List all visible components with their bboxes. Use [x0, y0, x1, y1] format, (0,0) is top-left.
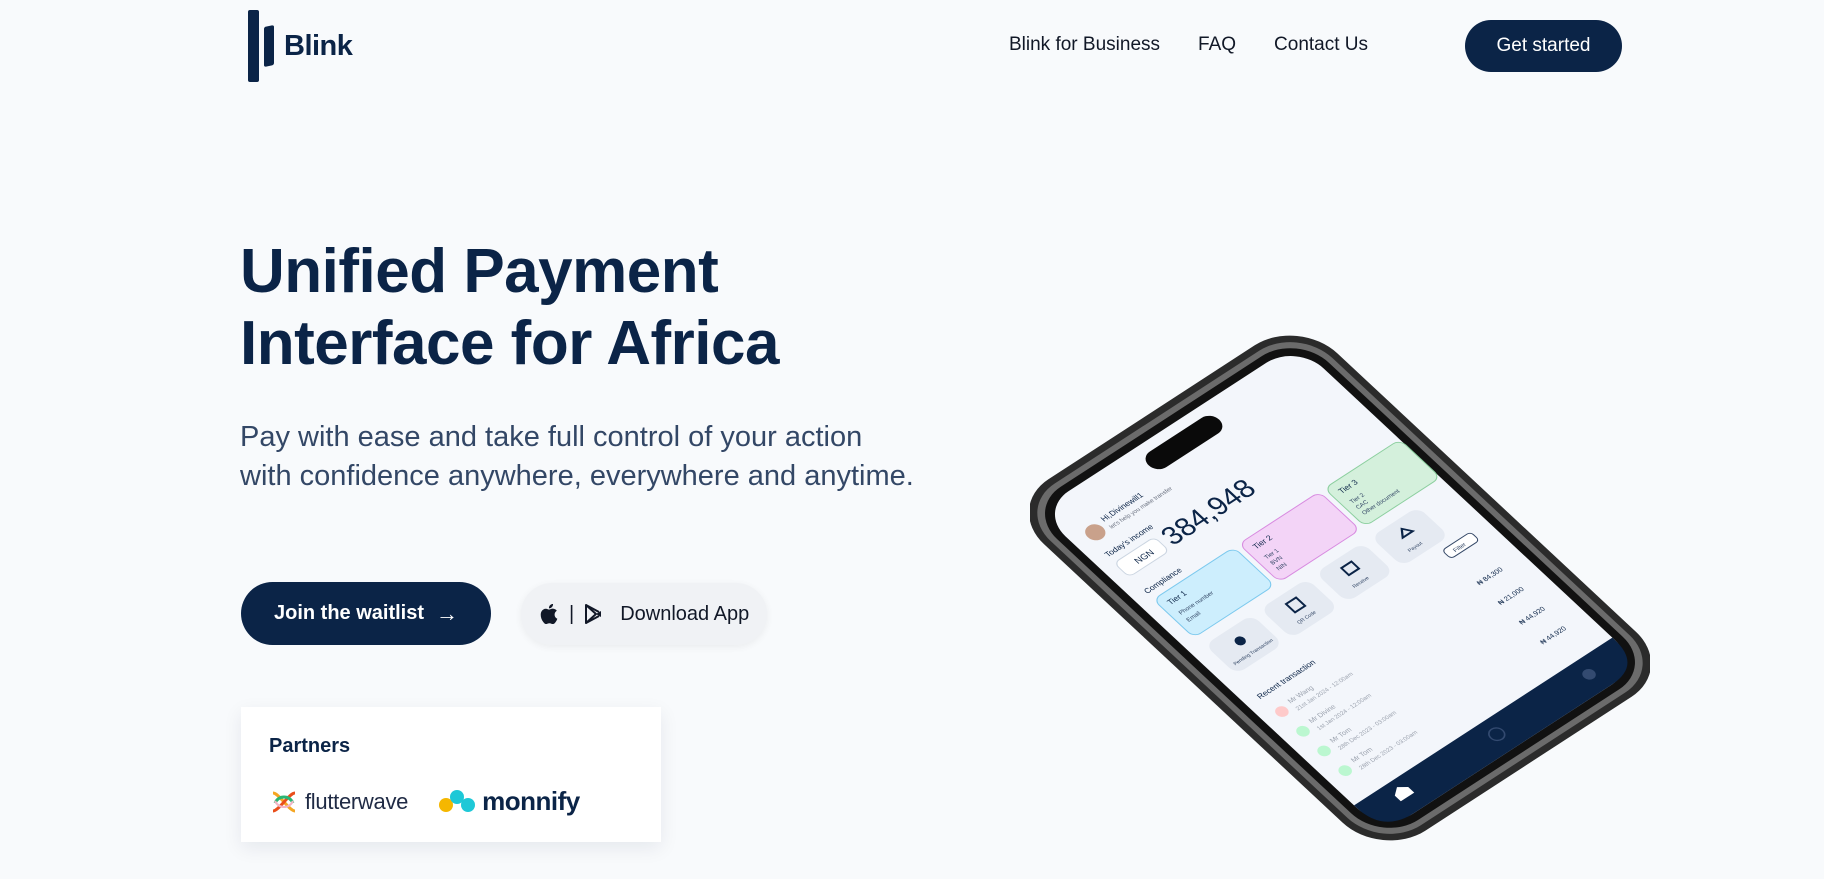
hero-title-line2: Interface for Africa — [240, 309, 779, 378]
flutterwave-mark-icon — [272, 791, 296, 812]
join-waitlist-label: Join the waitlist — [273, 602, 425, 624]
download-app-button[interactable]: | Download App — [521, 583, 767, 645]
nav-link-contact[interactable]: Contact Us — [1274, 34, 1368, 56]
brand-name: Blink — [284, 29, 353, 62]
hero-subtitle: Pay with ease and take full control of y… — [240, 421, 914, 492]
join-waitlist-button[interactable]: Join the waitlist → — [241, 582, 491, 645]
monnify-mark-icon — [439, 789, 476, 812]
arrow-right-icon: → — [436, 600, 459, 626]
partners-card: Partners flutterwave monnify — [241, 707, 661, 842]
top-nav: Blink Blink for Business FAQ Contact Us … — [0, 0, 1824, 92]
hero-title-line1: Unified Payment — [240, 237, 719, 306]
monnify-wordmark: monnify — [482, 786, 580, 816]
partners-title: Partners — [269, 735, 351, 757]
download-separator: | — [569, 602, 575, 625]
partner-logos: flutterwave monnify — [269, 786, 633, 817]
brand-logo[interactable]: Blink — [248, 10, 353, 82]
google-play-icon — [584, 603, 604, 625]
logo-mark-icon — [248, 10, 278, 82]
nav-link-business[interactable]: Blink for Business — [1009, 34, 1160, 56]
download-app-label: Download App — [620, 602, 750, 625]
hero-title: Unified Payment Interface for Africa — [240, 236, 860, 380]
apple-icon — [539, 603, 559, 625]
monnify-logo: monnify — [438, 786, 580, 817]
flutterwave-logo: flutterwave — [269, 789, 408, 815]
phone-mockup: Hi,Divinewill1 let's help you make trans… — [1028, 320, 1652, 860]
flutterwave-wordmark: flutterwave — [305, 788, 409, 814]
get-started-button[interactable]: Get started — [1465, 20, 1622, 72]
nav-link-faq[interactable]: FAQ — [1198, 34, 1236, 56]
nav-links: Blink for Business FAQ Contact Us — [1009, 34, 1368, 56]
